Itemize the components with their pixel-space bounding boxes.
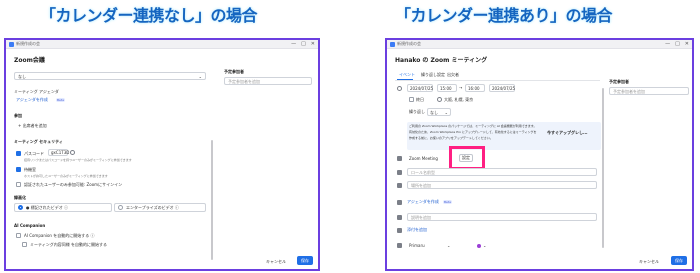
page-title: Hanako の Zoom ミーティング	[395, 57, 488, 64]
invitees-title: 予定参加者	[224, 69, 244, 74]
attendees-label: 参加	[14, 113, 22, 118]
minimize-icon[interactable]: —	[665, 41, 670, 47]
window-no-calendar: 新規作成の会 — □ ✕ Zoom会議 なし ⌄ ミーティング アジェンダ アジ…	[4, 38, 320, 271]
video-label: 録画化	[14, 195, 26, 200]
color-swatch[interactable]	[477, 244, 481, 248]
beta-badge: Beta	[56, 98, 65, 102]
page-title: Zoom会議	[14, 57, 45, 64]
description-icon	[397, 215, 402, 220]
end-time-field[interactable]: 16:00	[465, 84, 485, 92]
info-text-2: 有効化のため、Zoom Workplace Pro にアップグレードして、有効化…	[409, 130, 537, 134]
video-icon	[397, 156, 402, 161]
calendar-icon	[397, 243, 402, 248]
globe-icon	[437, 97, 442, 102]
zoom-meeting-label: Zoom Meeting	[409, 156, 438, 161]
invitees-title: 予定参加者	[609, 79, 629, 84]
beta-badge: Beta	[443, 200, 452, 204]
maximize-icon[interactable]: □	[675, 41, 680, 47]
info-icon[interactable]	[70, 150, 75, 155]
invitees-input[interactable]: 予定参加者を追加	[609, 87, 689, 95]
heading-right: 「カレンダー連携あり」の場合	[395, 6, 613, 25]
close-icon[interactable]: ✕	[685, 41, 689, 47]
start-time-field[interactable]: 15:00	[437, 84, 457, 92]
video-radio-2[interactable]	[118, 205, 123, 210]
passcode-note: 招待リンクまたはパスコードを持つユーザーのみがミーティングに参加できます	[24, 158, 132, 162]
titlebar-text: 新規作成の会	[16, 41, 40, 46]
heading-left: 「カレンダー連携なし」の場合	[40, 6, 258, 25]
allday-checkbox[interactable]	[409, 97, 414, 102]
paperclip-icon	[397, 228, 402, 233]
waiting-room-checkbox[interactable]	[16, 167, 21, 172]
video-option-1[interactable]: ● 標記されたビデオ ⓘ	[14, 203, 112, 212]
subject-select[interactable]: なし ⌄	[14, 72, 206, 80]
create-agenda-link[interactable]: アジェンダを作成	[407, 200, 439, 204]
time-separator: →	[459, 85, 463, 90]
clock-icon	[397, 86, 402, 91]
save-button[interactable]: 保存	[671, 256, 687, 265]
cancel-button[interactable]: キャンセル	[639, 259, 659, 265]
tab-repeat[interactable]: 繰り返し設定	[421, 73, 445, 77]
agenda-icon	[397, 200, 402, 205]
info-text-1: ご利用の Zoom Workplace のパッケージでは、ミーティングに AI …	[409, 124, 537, 128]
highlight-box	[449, 146, 485, 170]
scrollbar[interactable]	[211, 140, 213, 260]
room-input[interactable]: ロール名前型	[407, 168, 597, 176]
chevron-down-icon: ⌄	[483, 243, 487, 248]
add-attendee-button[interactable]: + 出席者を追加	[18, 124, 47, 128]
ai-label: AI Companion	[14, 223, 46, 228]
calendar-name[interactable]: Primaru	[409, 244, 425, 248]
ai-sub-checkbox[interactable]	[22, 242, 27, 247]
upgrade-info-box: ご利用の Zoom Workplace のパッケージでは、ミーティングに AI …	[407, 122, 601, 150]
room-icon	[397, 170, 402, 175]
chevron-down-icon: ⌄	[444, 110, 448, 115]
info-text-3: 作成する前に、お使いのアプリをアップデートしてください。	[409, 136, 493, 140]
save-button[interactable]: 保存	[297, 256, 313, 265]
repeat-label: 繰り返し	[409, 109, 425, 114]
repeat-select[interactable]: なし ⌄	[427, 108, 451, 116]
cancel-button[interactable]: キャンセル	[266, 259, 286, 265]
auth-checkbox[interactable]	[16, 182, 21, 187]
passcode-checkbox[interactable]	[16, 151, 21, 156]
titlebar-text: 新規作成の会	[397, 41, 421, 46]
titlebar: 新規作成の会 — □ ✕	[6, 40, 318, 49]
location-icon	[397, 183, 402, 188]
tab-divider	[395, 80, 600, 81]
ai-checkbox[interactable]	[16, 233, 21, 238]
window-with-calendar: 新規作成の会 — □ ✕ Hanako の Zoom ミーティング イベント 繰…	[385, 38, 694, 271]
ai-option: AI Companion を自動的に開始する ⓘ	[24, 233, 95, 238]
timezone-label[interactable]: 大阪, 札幌, 東京	[444, 98, 473, 102]
chevron-down-icon: ⌄	[198, 74, 202, 79]
app-icon	[9, 41, 14, 47]
maximize-icon[interactable]: □	[301, 41, 306, 47]
minimize-icon[interactable]: —	[291, 41, 296, 47]
invitees-input[interactable]: 予定参加者を追加	[224, 77, 312, 85]
video-option-2[interactable]: エンタープライズのビデオ ⓘ	[114, 203, 206, 212]
start-date-field[interactable]: 2024/07/25	[407, 84, 433, 92]
create-agenda-link[interactable]: アジェンダを作成	[16, 98, 48, 102]
security-label: ミーティング セキュリティ	[14, 139, 63, 144]
passcode-label: パスコード	[24, 151, 44, 156]
location-input[interactable]: 場所を追加	[407, 181, 597, 189]
scrollbar[interactable]	[602, 88, 604, 248]
allday-label: 終日	[416, 97, 424, 102]
upgrade-link[interactable]: 今すぐアップグレし...	[547, 131, 588, 135]
waiting-room-label: 待機室	[24, 167, 36, 172]
auth-label: 認証されたユーザーのみ参加可能: Zoomにサインイン	[24, 182, 123, 187]
tab-attendees[interactable]: 出欠者	[447, 73, 459, 77]
agenda-label: ミーティング アジェンダ	[14, 89, 59, 94]
end-date-field[interactable]: 2024/07/25	[489, 84, 515, 92]
chevron-down-icon: ⌄	[447, 243, 451, 248]
waiting-room-note: ホストが許可したユーザーのみがミーティングに参加できます	[24, 174, 108, 178]
add-attachment-link[interactable]: 添付を追加	[407, 228, 427, 232]
ai-sub-option: ミーティング内容同様 を自動的に開始する	[30, 242, 108, 247]
video-radio-1[interactable]	[18, 205, 23, 210]
app-icon	[390, 41, 395, 47]
close-icon[interactable]: ✕	[311, 41, 315, 47]
passcode-field[interactable]: gxC1T3D	[48, 149, 69, 156]
titlebar: 新規作成の会 — □ ✕	[387, 40, 692, 49]
tab-event[interactable]: イベント	[399, 73, 415, 77]
description-input[interactable]: 説明を追加	[407, 213, 597, 221]
